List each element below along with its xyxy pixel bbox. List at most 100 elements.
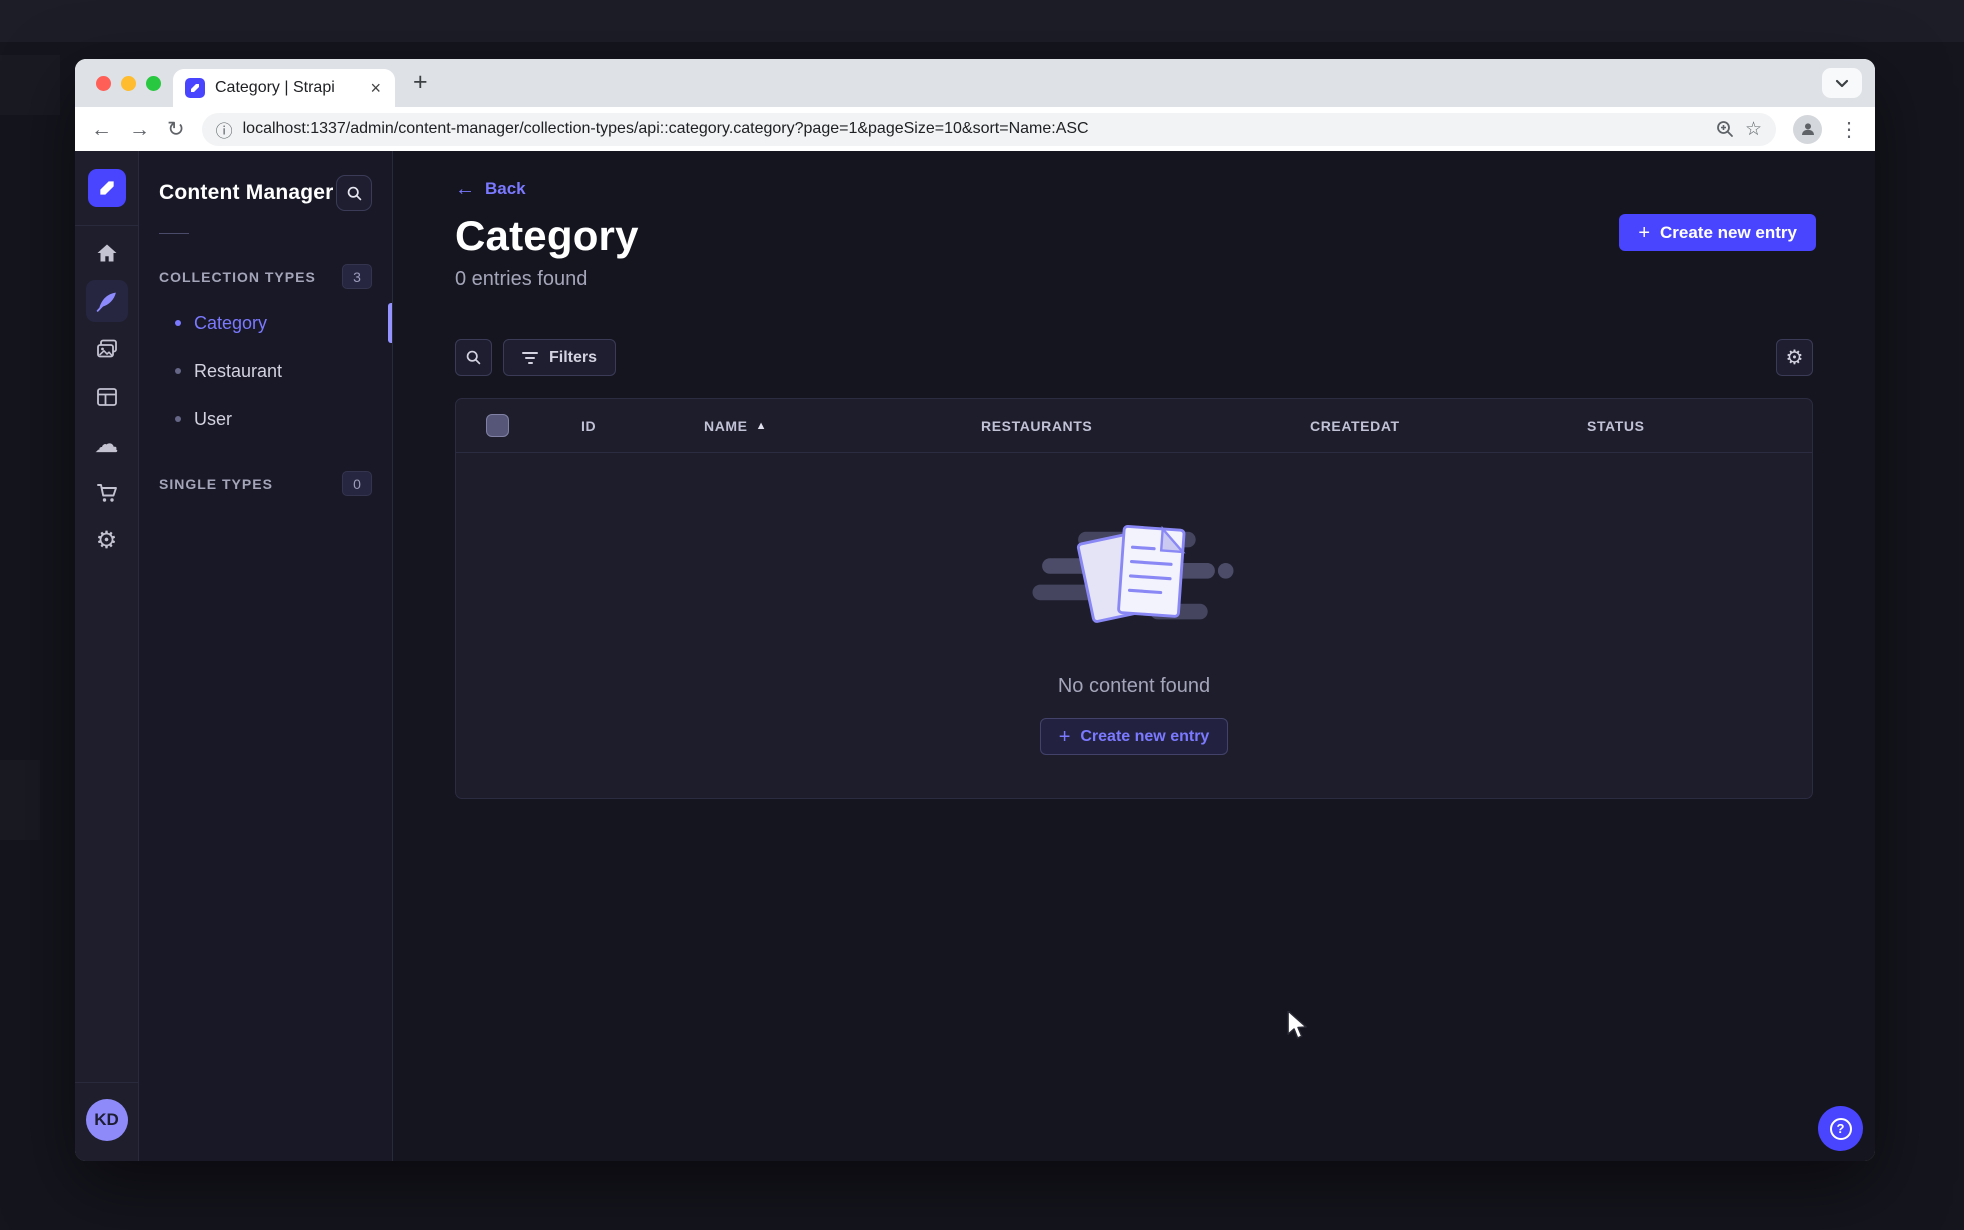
browser-back-button[interactable]: ←: [91, 119, 112, 140]
mouse-cursor: [1287, 1011, 1307, 1039]
browser-tab[interactable]: Category | Strapi ×: [173, 69, 395, 107]
close-window-button[interactable]: [96, 76, 111, 91]
active-item-indicator: [388, 303, 392, 343]
browser-reload-button[interactable]: ↻: [167, 119, 185, 140]
create-new-entry-button[interactable]: + Create new entry: [1619, 214, 1816, 251]
filters-label: Filters: [549, 348, 598, 366]
sidebar-item-category[interactable]: Category: [139, 299, 392, 347]
rail-divider: [75, 1082, 139, 1083]
subnav-search-button[interactable]: [336, 175, 372, 211]
nav-media-library-button[interactable]: [86, 328, 128, 370]
user-avatar[interactable]: KD: [85, 1099, 128, 1141]
collection-types-count-badge: 3: [342, 264, 372, 289]
sort-ascending-icon[interactable]: ▲: [756, 420, 767, 432]
search-entries-button[interactable]: [455, 339, 492, 376]
media-library-icon: [96, 339, 117, 358]
collection-types-label: COLLECTION TYPES: [159, 268, 316, 285]
create-new-entry-label: Create new entry: [1660, 222, 1797, 242]
plus-icon: +: [1058, 725, 1071, 748]
sidebar-item-label: Category: [194, 312, 268, 333]
desktop-pattern: [0, 760, 40, 840]
rail-divider: [75, 225, 139, 226]
sidebar-item-label: User: [194, 408, 233, 429]
nav-settings-button[interactable]: ⚙: [86, 520, 128, 562]
entries-table: ID NAME ▲ RESTAURANTS CREATEDAT STATUS N…: [455, 398, 1813, 799]
browser-tabstrip: Category | Strapi × +: [75, 59, 1875, 107]
empty-state-message: No content found: [1057, 675, 1211, 697]
browser-forward-button[interactable]: →: [129, 119, 150, 140]
tab-title: Category | Strapi: [215, 79, 335, 96]
tab-search-chevron-button[interactable]: [1822, 68, 1862, 98]
select-all-checkbox[interactable]: [486, 414, 509, 437]
browser-window: Category | Strapi × + ← → ↻ ⓘ localhost:…: [75, 59, 1875, 1161]
window-controls: [96, 76, 161, 91]
empty-create-new-entry-button[interactable]: + Create new entry: [1039, 718, 1229, 755]
nav-home-button[interactable]: [86, 232, 128, 274]
empty-create-label: Create new entry: [1080, 727, 1210, 745]
back-link[interactable]: ← Back: [455, 179, 526, 199]
back-label: Back: [485, 179, 526, 198]
gear-icon: ⚙: [1785, 347, 1804, 369]
browser-menu-icon[interactable]: ⋮: [1839, 117, 1859, 142]
question-mark-icon: ?: [1829, 1117, 1852, 1140]
browser-profile-button[interactable]: [1793, 114, 1822, 144]
column-header-status[interactable]: STATUS: [1587, 418, 1812, 434]
home-icon: [97, 244, 116, 262]
single-types-count-badge: 0: [342, 471, 372, 496]
table-header-row: ID NAME ▲ RESTAURANTS CREATEDAT STATUS: [456, 399, 1812, 453]
column-header-createdat[interactable]: CREATEDAT: [1310, 418, 1587, 434]
strapi-favicon-icon: [185, 78, 205, 98]
help-button[interactable]: ?: [1818, 1106, 1863, 1151]
empty-documents-illustration: [1032, 525, 1233, 623]
page-title: Category: [455, 212, 639, 259]
list-actions-row: Filters ⚙: [455, 339, 1813, 376]
main-content: ← Back Category 0 entries found + Create…: [393, 151, 1875, 1161]
content-manager-subnav: Content Manager COLLECTION TYPES 3 Categ…: [139, 151, 393, 1161]
zoom-in-icon[interactable]: [1715, 119, 1735, 139]
nav-marketplace-button[interactable]: [86, 472, 128, 514]
bullet-icon: [175, 320, 181, 326]
cart-icon: [96, 484, 117, 502]
feather-icon: [96, 292, 116, 312]
url-bar[interactable]: ⓘ localhost:1337/admin/content-manager/c…: [201, 112, 1776, 146]
bookmark-star-icon[interactable]: ☆: [1745, 118, 1762, 141]
browser-toolbar: ← → ↻ ⓘ localhost:1337/admin/content-man…: [75, 107, 1875, 151]
entries-count: 0 entries found: [455, 268, 588, 290]
desktop-pattern: [0, 55, 60, 115]
chevron-down-icon: [1835, 79, 1849, 87]
layout-icon: [96, 388, 117, 406]
nav-content-type-builder-button[interactable]: [86, 376, 128, 418]
strapi-app: ☁ ⚙ KD Content Manager COLLECTION TYPES …: [75, 151, 1875, 1161]
back-arrow-icon: ←: [455, 178, 475, 200]
bullet-icon: [175, 368, 181, 374]
bullet-icon: [175, 416, 181, 422]
filter-icon: [522, 351, 538, 364]
search-icon: [466, 350, 481, 365]
sidebar-item-restaurant[interactable]: Restaurant: [139, 347, 392, 395]
minimize-window-button[interactable]: [121, 76, 136, 91]
main-nav-rail: ☁ ⚙ KD: [75, 151, 139, 1161]
view-settings-button[interactable]: ⚙: [1776, 339, 1813, 376]
new-tab-button[interactable]: +: [413, 70, 428, 95]
column-header-restaurants[interactable]: RESTAURANTS: [981, 418, 1310, 434]
subnav-divider: [159, 233, 189, 234]
column-header-name[interactable]: NAME: [704, 418, 748, 434]
column-header-id[interactable]: ID: [581, 418, 704, 434]
search-icon: [347, 186, 361, 200]
plus-icon: +: [1638, 221, 1650, 244]
empty-state: No content found + Create new entry: [456, 453, 1812, 755]
sidebar-item-label: Restaurant: [194, 360, 283, 381]
nav-content-manager-button[interactable]: [85, 280, 128, 322]
nav-deploy-button[interactable]: ☁: [86, 424, 128, 466]
single-types-label: SINGLE TYPES: [159, 475, 273, 492]
maximize-window-button[interactable]: [146, 76, 161, 91]
site-info-icon[interactable]: ⓘ: [216, 117, 233, 142]
cloud-icon: ☁: [94, 431, 119, 458]
url-text[interactable]: localhost:1337/admin/content-manager/col…: [243, 120, 1705, 138]
desktop-background-band: [0, 0, 1964, 42]
tab-close-icon[interactable]: ×: [368, 78, 383, 99]
filters-button[interactable]: Filters: [503, 339, 617, 376]
gear-icon: ⚙: [95, 527, 118, 554]
strapi-logo-icon[interactable]: [87, 169, 126, 207]
sidebar-item-user[interactable]: User: [139, 395, 392, 443]
